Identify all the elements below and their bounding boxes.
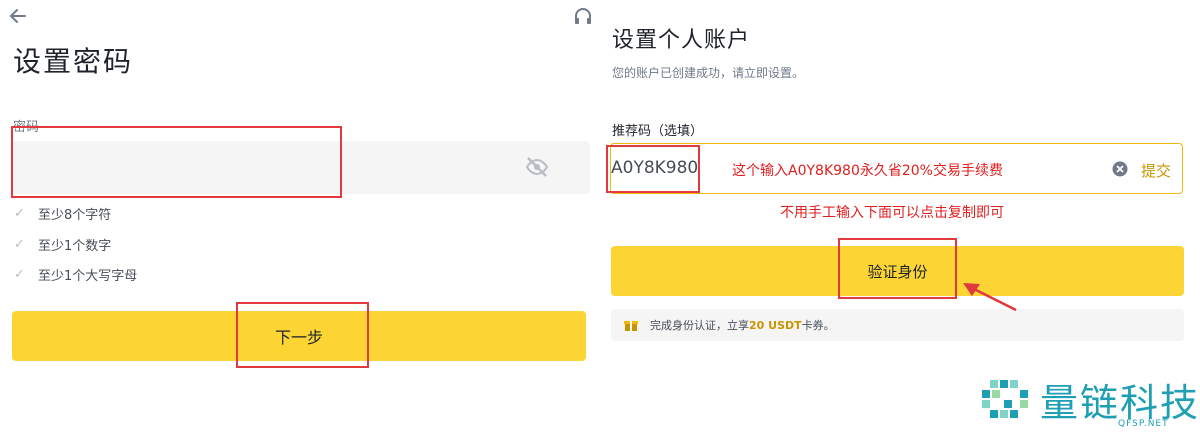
requirement-min-length: ✓ 至少8个字符 [14, 206, 112, 223]
clear-circle-icon[interactable] [1112, 161, 1128, 177]
requirement-uppercase: ✓ 至少1个大写字母 [14, 267, 138, 284]
referral-annotation-text: 这个输入A0Y8K980永久省20%交易手续费 [732, 163, 1003, 179]
headset-icon[interactable] [572, 6, 594, 28]
watermark-logo-icon [982, 380, 1028, 418]
submit-referral-link[interactable]: 提交 [1141, 160, 1171, 181]
back-arrow-icon[interactable] [8, 6, 28, 26]
eye-off-icon[interactable] [524, 155, 550, 179]
reward-banner: 完成身份认证，立享 20 USDT 卡券。 [611, 309, 1184, 341]
annotation-box-referral-code [606, 145, 700, 193]
check-icon: ✓ [14, 237, 25, 252]
annotation-box-password [11, 126, 342, 198]
reward-suffix: 卡券。 [801, 319, 835, 332]
annotation-box-verify [838, 238, 957, 299]
copy-hint-text: 不用手工输入下面可以点击复制即可 [780, 205, 1004, 221]
gift-icon [624, 321, 638, 331]
reward-amount: 20 USDT [749, 318, 802, 332]
check-icon: ✓ [14, 206, 25, 221]
check-icon: ✓ [14, 267, 25, 282]
annotation-box-next [236, 302, 369, 368]
annotation-arrow-icon [963, 283, 1017, 312]
requirement-number: ✓ 至少1个数字 [14, 237, 112, 254]
watermark-domain: QFSP.NET [1118, 419, 1169, 429]
page-title: 设置密码 [13, 45, 134, 78]
reward-prefix: 完成身份认证，立享 [650, 319, 749, 332]
account-setup-subtitle: 您的账户已创建成功，请立即设置。 [612, 66, 805, 80]
referral-code-label: 推荐码（选填） [612, 124, 704, 139]
account-setup-title: 设置个人账户 [612, 28, 751, 53]
